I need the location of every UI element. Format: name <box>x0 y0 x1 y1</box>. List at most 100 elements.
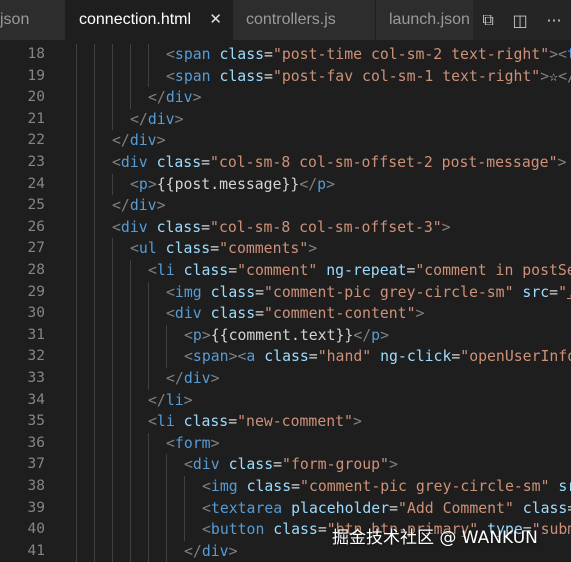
indent-guide <box>112 411 113 433</box>
code-token: </ <box>112 197 130 215</box>
code-line[interactable]: 37 <div class="form-group"> <box>0 454 571 476</box>
code-token: </ <box>353 326 372 344</box>
code-line[interactable]: 26 <div class="col-sm-8 col-sm-offset-3"> <box>0 216 571 239</box>
tab-label: controllers.js <box>246 11 336 28</box>
code-token: "post-time col-sm-2 text-right" <box>272 46 550 63</box>
code-line[interactable]: 25 </div> <box>0 195 571 217</box>
code-token: class <box>246 478 292 495</box>
indent-guide <box>166 324 167 347</box>
code-token: < <box>130 175 139 193</box>
code-token: {{post.message}} <box>156 175 300 193</box>
indent-guide <box>94 497 95 520</box>
code-token: div <box>201 542 229 560</box>
code-line[interactable]: 19 <span class="post-fav col-sm-1 text-ri… <box>0 65 571 88</box>
code-line[interactable]: 39 <textarea placeholder="Add Comment" cl… <box>0 497 571 520</box>
line-number: 20 <box>27 89 45 106</box>
indent-guide <box>166 540 167 562</box>
code-token: < <box>202 521 211 539</box>
line-number: 28 <box>27 262 45 278</box>
code-token: = <box>549 283 559 301</box>
code-token: a <box>246 348 256 366</box>
code-token: </ <box>558 67 571 85</box>
code-token: < <box>184 348 193 366</box>
code-token: < <box>148 413 157 431</box>
open-changes-icon[interactable]: ⧉ <box>482 10 493 30</box>
tab-controllers-js[interactable]: controllers.js <box>233 0 376 40</box>
editor-tab-bar: json connection.html ✕ controllers.js la… <box>0 0 571 40</box>
code-line[interactable]: 28 <li class="comment" ng-repeat="comment… <box>0 260 571 282</box>
line-number: 26 <box>27 218 45 235</box>
code-line[interactable]: 20 </div> <box>0 87 571 109</box>
code-line[interactable]: 23 <div class="col-sm-8 col-sm-offset-2 p… <box>0 152 571 174</box>
code-token: div <box>120 218 148 236</box>
code-token: < <box>112 154 121 171</box>
code-text: <div class="col-sm-8 col-sm-offset-2 pos… <box>112 152 566 174</box>
indent-guide <box>76 540 77 562</box>
indent-guide <box>94 260 95 282</box>
code-line[interactable]: 27 <ul class="comments"> <box>0 238 571 260</box>
indent-guide <box>112 519 113 541</box>
code-line[interactable]: 31 <p>{{comment.text}}</p> <box>0 324 571 347</box>
code-line[interactable]: 35 <li class="new-comment"> <box>0 411 571 433</box>
more-actions-icon[interactable]: ··· <box>546 11 561 30</box>
indent-guide <box>112 454 113 476</box>
indent-guide <box>148 346 149 368</box>
split-editor-icon[interactable]: ◫ <box>513 11 528 30</box>
code-text: </div> <box>130 109 183 131</box>
code-token: > <box>156 132 166 150</box>
code-line[interactable]: 36 <form> <box>0 432 571 455</box>
indent-guide <box>166 497 167 520</box>
code-token: > <box>210 370 220 387</box>
indent-guide <box>76 216 77 239</box>
indent-guide <box>148 519 149 541</box>
tab-json[interactable]: json <box>0 0 66 40</box>
code-token: "hand" <box>317 348 372 366</box>
code-line[interactable]: 24 <p>{{post.message}}</p> <box>0 173 571 196</box>
code-token: > <box>352 413 362 431</box>
close-icon[interactable]: ✕ <box>209 0 222 40</box>
code-token: class <box>264 348 309 366</box>
code-text: <span class="post-time col-sm-2 text-rig… <box>166 44 571 66</box>
indent-guide <box>94 195 95 217</box>
indent-guide <box>112 476 113 498</box>
indent-guide <box>76 368 77 390</box>
code-text: </div> <box>112 130 165 152</box>
indent-guide <box>184 497 185 520</box>
code-token: div <box>120 154 148 171</box>
code-token: class <box>273 521 318 539</box>
code-line[interactable]: 22 </div> <box>0 130 571 152</box>
code-token: < <box>558 46 567 63</box>
code-line[interactable]: 21 </div> <box>0 108 571 131</box>
code-token: p <box>138 175 148 193</box>
code-token: span <box>174 46 211 63</box>
code-token: > <box>326 175 335 193</box>
code-text: </li> <box>148 390 193 412</box>
code-line[interactable]: 34 </li> <box>0 389 571 412</box>
indent-guide <box>76 152 77 174</box>
code-token: < <box>184 326 193 344</box>
indent-guide <box>130 281 131 304</box>
indent-guide <box>166 346 167 368</box>
code-editor[interactable]: 18 <span class="post-time col-sm-2 text-r… <box>0 40 571 562</box>
code-line[interactable]: 29 <img class="comment-pic grey-circle-sm… <box>0 281 571 304</box>
indent-guide <box>112 238 113 260</box>
code-line[interactable]: 18 <span class="post-time col-sm-2 text-r… <box>0 44 571 66</box>
indent-guide <box>76 476 77 498</box>
code-text: <div class="comment-content"> <box>166 303 424 325</box>
code-token: = <box>264 67 273 85</box>
code-token: > <box>201 326 211 344</box>
code-token: "new-comment" <box>237 413 353 431</box>
code-line[interactable]: 33 </div> <box>0 368 571 390</box>
code-token: = <box>201 154 211 171</box>
code-line[interactable]: 38 <img class="comment-pic grey-circle-sm… <box>0 476 571 498</box>
code-line[interactable]: 30 <div class="comment-content"> <box>0 303 571 325</box>
line-number: 39 <box>27 499 45 516</box>
code-text: </div> <box>112 195 165 217</box>
code-text: </div> <box>148 87 201 109</box>
indent-guide <box>130 65 131 88</box>
code-line[interactable]: 32 <span><a class="hand" ng-click="openUs… <box>0 346 571 368</box>
tab-connection-html[interactable]: connection.html ✕ <box>66 0 233 40</box>
